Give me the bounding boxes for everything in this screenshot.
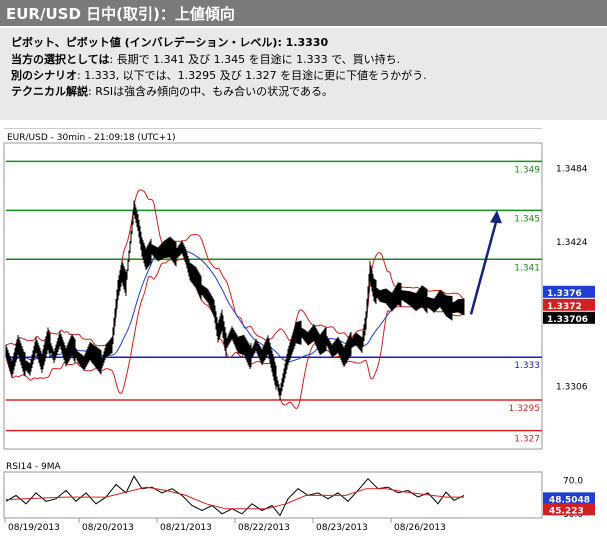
rsi-axis-tick: 70.0 <box>563 476 583 486</box>
level-label: 1.349 <box>514 165 540 175</box>
level-label: 1.333 <box>514 361 540 371</box>
main-scenario-text: : 長期で 1.341 及び 1.345 を目途に 1.333 で、買い持ち. <box>109 53 401 66</box>
price-axis-tick: 1.3306 <box>556 383 588 393</box>
level-label: 1.327 <box>514 435 540 445</box>
price-chart: EUR/USD - 30min - 21:09:18 (UTC+1) 1.348… <box>0 128 607 453</box>
level-label: 1.3295 <box>509 404 541 414</box>
level-label: 1.345 <box>514 214 540 224</box>
alt-scenario-line: 別のシナリオ: 1.333, 以下では、1.3295 及び 1.327 を目途に… <box>11 67 427 83</box>
pivot-line: ピボット、ピボット値 (インバレデーション・レベル): 1.3330 <box>11 34 328 50</box>
date-axis-label: 08/26/2013 <box>394 523 446 533</box>
date-axis-label: 08/22/2013 <box>238 523 290 533</box>
technical-comment-line: テクニカル解説: RSIは強含み傾向の中、もみ合いの状況である。 <box>11 83 333 99</box>
alt-scenario-text: : 1.333, 以下では、1.3295 及び 1.327 を目途に更に下値をう… <box>77 69 427 82</box>
current-price-value: 1.3372 <box>547 302 582 312</box>
technical-comment-label: テクニカル解説 <box>11 85 88 98</box>
current-price-value: 1.33706 <box>547 315 588 325</box>
price-chart-title: EUR/USD - 30min - 21:09:18 (UTC+1) <box>7 133 176 143</box>
title-bar: EUR/USD 日中(取引)：上値傾向 <box>0 0 607 26</box>
analysis-panel: ピボット、ピボット値 (インバレデーション・レベル): 1.3330 当方の選択… <box>0 28 607 120</box>
level-label: 1.341 <box>514 263 540 273</box>
date-axis-label: 08/21/2013 <box>160 523 212 533</box>
pivot-value: 1.3330 <box>285 36 329 49</box>
rsi-value: 45.223 <box>549 506 584 516</box>
price-axis-tick: 1.3484 <box>556 165 588 175</box>
technical-comment-text: : RSIは強含み傾向の中、もみ合いの状況である。 <box>88 85 333 98</box>
date-axis-label: 08/19/2013 <box>8 523 60 533</box>
rsi-chart: RSI14 - 9MA 70.0 30.0 08/19/2013 08/20/2… <box>0 458 607 555</box>
date-axis-label: 08/20/2013 <box>82 523 134 533</box>
main-scenario-line: 当方の選択としては: 長期で 1.341 及び 1.345 を目途に 1.333… <box>11 51 400 67</box>
price-axis-tick: 1.3424 <box>556 238 588 248</box>
pivot-label: ピボット、ピボット値 (インバレデーション・レベル): <box>11 36 286 49</box>
page-title: EUR/USD 日中(取引)：上値傾向 <box>6 5 235 23</box>
date-axis-label: 08/23/2013 <box>316 523 368 533</box>
rsi-chart-title: RSI14 - 9MA <box>6 462 62 472</box>
main-scenario-label: 当方の選択としては <box>11 53 110 66</box>
current-price-value: 1.3376 <box>547 289 582 299</box>
alt-scenario-label: 別のシナリオ <box>11 69 77 82</box>
